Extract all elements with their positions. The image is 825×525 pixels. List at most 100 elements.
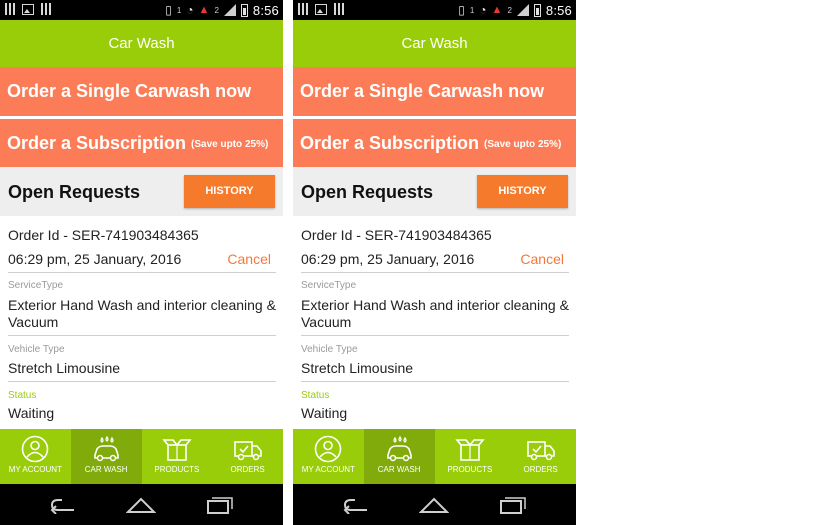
- wifi-icon: ◔: [186, 3, 194, 17]
- vehicle-type-label: Vehicle Type: [8, 344, 65, 355]
- back-icon[interactable]: [48, 496, 78, 514]
- signal-icon: [516, 4, 529, 16]
- nav-label: PRODUCTS: [154, 465, 200, 474]
- nav-car-wash[interactable]: CAR WASH: [363, 429, 435, 484]
- cancel-link[interactable]: Cancel: [227, 251, 271, 267]
- sim2-indicator: 2: [214, 5, 219, 15]
- vibrate-icon: ▯: [165, 3, 172, 17]
- status-bar: ▯ 1 ◔ ▲ 2 8:56: [293, 0, 576, 20]
- alert-icon: ▲: [491, 4, 503, 16]
- recent-apps-icon[interactable]: [498, 496, 528, 514]
- history-button[interactable]: HISTORY: [477, 175, 568, 208]
- car-wash-icon: [387, 435, 412, 462]
- order-single-label: Order a Single Carwash now: [7, 81, 252, 101]
- vibrate-icon: ▯: [458, 3, 465, 17]
- order-subscription-label: Order a Subscription: [300, 133, 480, 153]
- service-type-label: ServiceType: [301, 280, 357, 291]
- alert-icon: ▲: [198, 4, 210, 16]
- clock: 8:56: [545, 2, 572, 18]
- phone-screen-right: ▯ 1 ◔ ▲ 2 8:56 Car Wash Order a Single C…: [293, 0, 576, 525]
- nav-orders[interactable]: ORDERS: [212, 429, 283, 484]
- car-wash-icon: [94, 435, 119, 462]
- phone-screen-left: ▯ 1 ◔ ▲ 2 8:56 Car Wash Order a Single C…: [0, 0, 283, 525]
- bottom-navigation: MY ACCOUNT CAR WASH PRODUCTS ORDERS: [0, 429, 283, 484]
- save-note: (Save upto 25%): [191, 139, 269, 150]
- products-box-icon: [162, 439, 192, 461]
- clock: 8:56: [252, 2, 279, 18]
- home-icon[interactable]: [419, 496, 449, 514]
- battery-icon: [240, 3, 248, 17]
- nav-label: PRODUCTS: [447, 465, 493, 474]
- divider: [8, 335, 276, 336]
- order-subscription-button[interactable]: Order a Subscription (Save upto 25%): [293, 117, 576, 167]
- signal-icon: [223, 4, 236, 16]
- orders-truck-icon: [526, 441, 555, 461]
- nav-label: ORDERS: [230, 465, 265, 474]
- order-single-carwash-button[interactable]: Order a Single Carwash now: [293, 67, 576, 116]
- service-type-label: ServiceType: [8, 280, 64, 291]
- account-icon: [315, 435, 342, 463]
- divider: [301, 272, 569, 273]
- status-bar: ▯ 1 ◔ ▲ 2 8:56: [0, 0, 283, 20]
- nav-label: MY ACCOUNT: [301, 465, 355, 474]
- barcode-notification-icon: [334, 3, 344, 15]
- order-subscription-label: Order a Subscription: [7, 133, 187, 153]
- sim1-indicator: 1: [469, 5, 475, 15]
- vehicle-type-label: Vehicle Type: [301, 344, 358, 355]
- order-datetime: 06:29 pm, 25 January, 2016: [301, 251, 475, 267]
- vehicle-type-value: Stretch Limousine: [301, 360, 414, 376]
- open-requests-header: Open Requests HISTORY: [0, 167, 283, 216]
- image-notification-icon: [22, 4, 34, 15]
- service-type-value: Exterior Hand Wash and interior cleaning…: [8, 297, 276, 330]
- nav-label: MY ACCOUNT: [8, 465, 62, 474]
- nav-label: CAR WASH: [377, 465, 421, 474]
- products-box-icon: [455, 439, 485, 461]
- open-requests-title: Open Requests: [8, 182, 141, 202]
- status-label: Status: [301, 390, 330, 401]
- nav-my-account[interactable]: MY ACCOUNT: [0, 429, 71, 484]
- order-id: Order Id - SER-741903484365: [8, 227, 199, 243]
- nav-label: ORDERS: [523, 465, 558, 474]
- nav-products[interactable]: PRODUCTS: [435, 429, 506, 484]
- status-label: Status: [8, 390, 37, 401]
- home-icon[interactable]: [126, 496, 156, 514]
- nav-my-account[interactable]: MY ACCOUNT: [293, 429, 364, 484]
- android-navigation-bar: [0, 484, 283, 525]
- service-type-value: Exterior Hand Wash and interior cleaning…: [301, 297, 569, 330]
- barcode-notification-icon: [41, 3, 51, 15]
- sim1-indicator: 1: [176, 5, 182, 15]
- app-title: Car Wash: [293, 20, 576, 67]
- divider: [301, 381, 569, 382]
- status-value: Waiting: [301, 405, 348, 421]
- account-icon: [22, 435, 49, 463]
- barcode-notification-icon: [298, 3, 308, 15]
- order-subscription-button[interactable]: Order a Subscription (Save upto 25%): [0, 117, 283, 167]
- bottom-navigation: MY ACCOUNT CAR WASH PRODUCTS ORDERS: [293, 429, 576, 484]
- divider: [301, 335, 569, 336]
- divider: [8, 381, 276, 382]
- cancel-link[interactable]: Cancel: [520, 251, 564, 267]
- barcode-notification-icon: [5, 3, 15, 15]
- open-requests-title: Open Requests: [301, 182, 434, 202]
- nav-products[interactable]: PRODUCTS: [142, 429, 213, 484]
- status-value: Waiting: [8, 405, 55, 421]
- app-title: Car Wash: [0, 20, 283, 67]
- order-id: Order Id - SER-741903484365: [301, 227, 492, 243]
- order-single-label: Order a Single Carwash now: [300, 81, 545, 101]
- order-datetime: 06:29 pm, 25 January, 2016: [8, 251, 182, 267]
- divider: [8, 272, 276, 273]
- nav-car-wash[interactable]: CAR WASH: [70, 429, 142, 484]
- nav-label: CAR WASH: [84, 465, 128, 474]
- save-note: (Save upto 25%): [484, 139, 562, 150]
- battery-icon: [533, 3, 541, 17]
- order-single-carwash-button[interactable]: Order a Single Carwash now: [0, 67, 283, 116]
- android-navigation-bar: [293, 484, 576, 525]
- open-requests-header: Open Requests HISTORY: [293, 167, 576, 216]
- recent-apps-icon[interactable]: [205, 496, 235, 514]
- orders-truck-icon: [233, 441, 262, 461]
- back-icon[interactable]: [341, 496, 371, 514]
- history-button[interactable]: HISTORY: [184, 175, 275, 208]
- nav-orders[interactable]: ORDERS: [505, 429, 576, 484]
- image-notification-icon: [315, 4, 327, 15]
- wifi-icon: ◔: [479, 3, 487, 17]
